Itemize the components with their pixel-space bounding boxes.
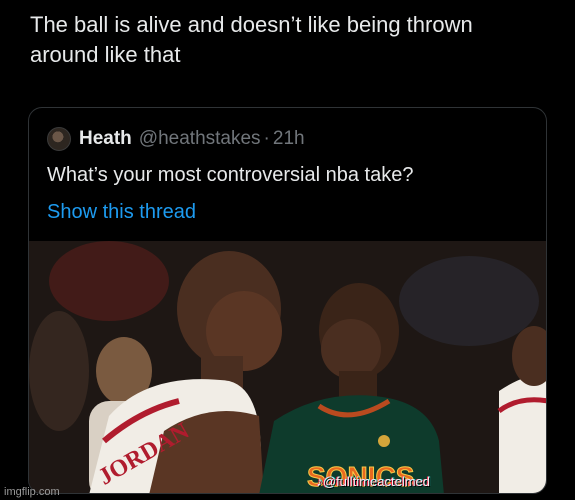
quoted-tweet-card[interactable]: Heath @heathstakes · 21h What’s your mos… <box>28 107 547 494</box>
separator-dot: · <box>263 128 270 149</box>
quoted-tweet-header: Heath @heathstakes · 21h <box>47 126 305 152</box>
tweet-text: What’s your most controversial nba take? <box>47 164 414 186</box>
basketball-scene-illustration: JORDAN SONICS <box>29 241 546 493</box>
tiktok-watermark: ♪@fulltimeactelmed <box>316 474 430 489</box>
tweet-photo[interactable]: JORDAN SONICS ♪@fulltimeactelmed <box>29 241 546 493</box>
author-name[interactable]: Heath <box>79 128 132 150</box>
imgflip-credit: imgflip.com <box>4 486 60 498</box>
tweet-timestamp[interactable]: 21h <box>273 128 305 150</box>
watermark-text: @fulltimeactelmed <box>322 474 430 489</box>
show-thread-link[interactable]: Show this thread <box>47 201 196 224</box>
meme-caption: The ball is alive and doesn’t like being… <box>30 10 550 70</box>
caption-line-1: The ball is alive and doesn’t like being… <box>30 12 473 37</box>
caption-line-2: around like that <box>30 42 181 67</box>
author-handle[interactable]: @heathstakes <box>139 128 261 150</box>
user-avatar-icon[interactable] <box>47 127 71 151</box>
